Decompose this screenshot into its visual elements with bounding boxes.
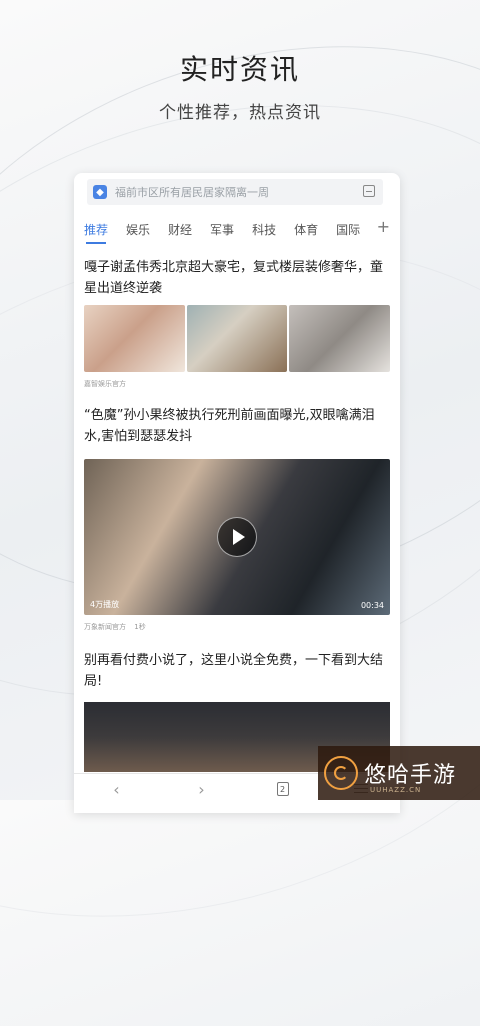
search-placeholder[interactable]: 福前市区所有居民居家隔离一周 <box>115 184 269 200</box>
thumbnail-image <box>84 305 185 372</box>
tab-count-button[interactable]: 2 <box>276 782 289 796</box>
scan-icon[interactable] <box>363 185 375 197</box>
add-tab-icon[interactable]: + <box>377 217 390 236</box>
article-time: 1秒 <box>134 623 146 631</box>
article-source: 万象新闻官方 <box>84 623 126 631</box>
promo-subline: 个性推荐，热点资讯 <box>159 103 321 123</box>
watermark-text: 悠哈手游 <box>364 763 457 788</box>
tab-finance[interactable]: 财经 <box>168 221 192 238</box>
video-play-count: 4万播放 <box>90 600 120 609</box>
watermark-domain: UUHAZZ.CN <box>370 786 422 794</box>
tab-technology[interactable]: 科技 <box>252 221 276 238</box>
tab-entertainment[interactable]: 娱乐 <box>126 221 150 238</box>
tab-recommend[interactable]: 推荐 <box>84 221 108 244</box>
search-bar[interactable]: ◆ 福前市区所有居民居家隔离一周 <box>87 179 383 205</box>
article-source: 嘉智娱乐官方 <box>84 380 126 388</box>
back-icon[interactable]: ‹ <box>107 780 127 799</box>
site-watermark: 悠哈手游 UUHAZZ.CN <box>318 746 480 800</box>
search-engine-logo-icon: ◆ <box>93 185 107 199</box>
article-title[interactable]: 嘎子谢孟伟秀北京超大豪宅，复式楼层装修奢华，童星出道终逆袭 <box>84 257 390 299</box>
thumbnail-image <box>186 305 288 372</box>
article-title[interactable]: “色魔”孙小果终被执行死刑前画面曝光,双眼噙满泪水,害怕到瑟瑟发抖 <box>84 405 390 447</box>
category-tabs: 推荐 娱乐 财经 军事 科技 体育 国际 + <box>74 215 400 244</box>
article-thumbnails[interactable] <box>84 305 391 372</box>
tab-sports[interactable]: 体育 <box>294 221 318 238</box>
article-title[interactable]: 别再看付费小说了，这里小说全免费，一下看到大结局! <box>84 650 390 692</box>
video-duration: 00:34 <box>360 601 384 610</box>
play-icon[interactable] <box>217 517 257 557</box>
promo-headline: 实时资讯 <box>179 53 300 86</box>
tab-international[interactable]: 国际 <box>336 221 360 238</box>
video-thumbnail[interactable]: 4万播放 00:34 <box>84 459 390 615</box>
forward-icon[interactable]: › <box>192 780 212 799</box>
watermark-logo-icon <box>324 756 358 790</box>
thumbnail-image <box>289 305 391 372</box>
article-meta: 万象新闻官方 1秒 <box>84 622 146 632</box>
tab-military[interactable]: 军事 <box>210 221 234 238</box>
phone-screen: ◆ 福前市区所有居民居家隔离一周 推荐 娱乐 财经 军事 科技 体育 国际 + … <box>74 173 400 813</box>
